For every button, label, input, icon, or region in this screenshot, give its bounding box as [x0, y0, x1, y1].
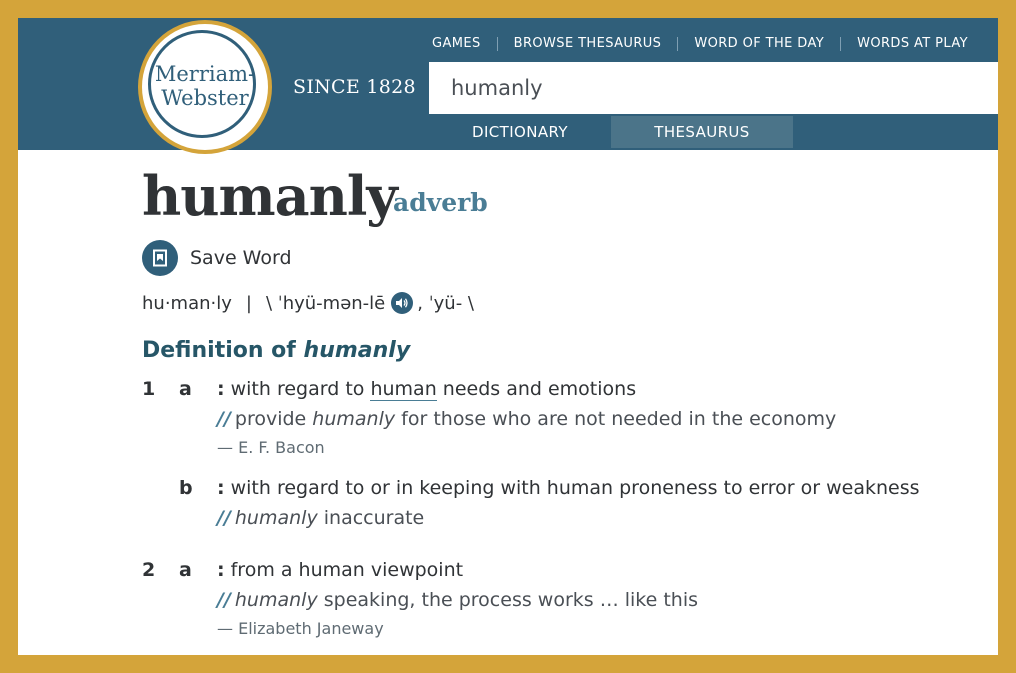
definition-text: from a human viewpoint	[230, 559, 464, 581]
nav-word-of-the-day[interactable]: WORD OF THE DAY	[678, 36, 840, 51]
merriam-webster-logo[interactable]: Merriam- Webster	[142, 24, 268, 150]
definition-text: with regard to or in keeping with human …	[230, 477, 920, 499]
sense-letter: a	[179, 559, 192, 581]
example-keyword: humanly	[312, 408, 396, 430]
example-sentence: //provide humanly for those who are not …	[217, 408, 836, 430]
page: Merriam- Webster SINCE 1828 GAMES BROWSE…	[18, 18, 998, 655]
bookmark-icon	[142, 240, 178, 276]
example-text: inaccurate	[323, 507, 425, 529]
definition-heading-word: humanly	[303, 338, 411, 363]
sense-definition: : from a human viewpoint	[217, 559, 463, 581]
sense-letter: a	[179, 378, 192, 400]
definition-text: needs and emotions	[442, 378, 637, 400]
example-sentence: //humanly speaking, the process works … …	[217, 589, 698, 611]
pronunciation-variant: , ˈyü- \	[417, 292, 474, 314]
syllables: hu·man·ly	[142, 292, 232, 314]
sense-colon: :	[217, 559, 225, 581]
example-marker: //	[217, 408, 231, 430]
example-marker: //	[217, 589, 231, 611]
speaker-icon[interactable]	[391, 292, 414, 314]
nav-games[interactable]: GAMES	[416, 36, 497, 51]
search-input[interactable]: humanly	[429, 62, 998, 114]
tab-thesaurus[interactable]: THESAURUS	[611, 116, 793, 148]
sense-definition: : with regard to human needs and emotions	[217, 378, 637, 401]
example-attribution: — E. F. Bacon	[217, 438, 325, 457]
since-1828-tagline: SINCE 1828	[293, 76, 416, 98]
example-marker: //	[217, 507, 231, 529]
example-text: provide	[234, 408, 307, 430]
save-word-label: Save Word	[190, 247, 292, 269]
site-header: Merriam- Webster SINCE 1828 GAMES BROWSE…	[18, 18, 998, 150]
example-text: for those who are not needed in the econ…	[401, 408, 837, 430]
top-navigation: GAMES BROWSE THESAURUS WORD OF THE DAY W…	[416, 36, 984, 51]
sense-definition: : with regard to or in keeping with human…	[217, 477, 920, 499]
tab-dictionary[interactable]: DICTIONARY	[429, 116, 611, 148]
search-tabs: DICTIONARY THESAURUS	[429, 116, 793, 148]
definition-heading-text: Definition of	[142, 338, 296, 363]
part-of-speech[interactable]: adverb	[393, 188, 488, 217]
example-attribution: — Elizabeth Janeway	[217, 619, 384, 638]
definition-heading: Definition of humanly	[142, 338, 410, 363]
sense-number: 2	[142, 559, 156, 581]
save-word-button[interactable]: Save Word	[142, 240, 292, 276]
definition-text: with regard to	[230, 378, 365, 400]
pronunciation-row: hu·man·ly | \ ˈhyü-mən-lē , ˈyü- \	[142, 292, 474, 314]
example-sentence: //humanly inaccurate	[217, 507, 424, 529]
example-keyword: humanly	[234, 589, 318, 611]
human-link[interactable]: human	[370, 378, 437, 401]
nav-words-at-play[interactable]: WORDS AT PLAY	[841, 36, 984, 51]
sense-number: 1	[142, 378, 156, 400]
headword: humanly	[142, 164, 398, 228]
pronunciation: \ ˈhyü-mən-lē	[265, 292, 386, 314]
nav-browse-thesaurus[interactable]: BROWSE THESAURUS	[498, 36, 678, 51]
logo-line-2: Webster	[161, 86, 249, 110]
sense-colon: :	[217, 378, 225, 400]
example-text: speaking, the process works … like this	[323, 589, 699, 611]
sense-colon: :	[217, 477, 225, 499]
logo-line-1: Merriam-	[154, 62, 256, 86]
search-input-value: humanly	[451, 76, 543, 100]
syllable-divider: |	[245, 292, 252, 314]
sense-letter: b	[179, 477, 193, 499]
example-keyword: humanly	[234, 507, 318, 529]
